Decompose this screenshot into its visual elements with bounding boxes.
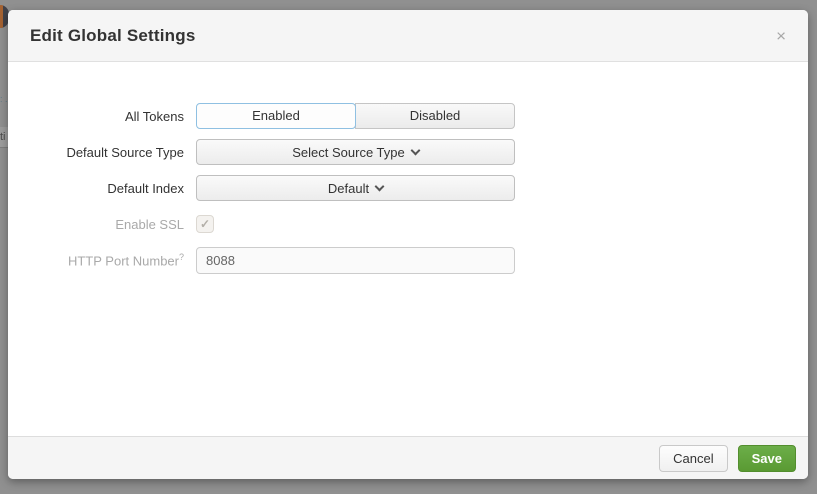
save-button[interactable]: Save xyxy=(738,445,796,472)
form-row-enable-ssl: Enable SSL ✓ xyxy=(8,211,808,237)
edit-global-settings-dialog: Edit Global Settings × All Tokens Enable… xyxy=(8,10,808,479)
close-icon[interactable]: × xyxy=(776,27,786,44)
checkmark-icon: ✓ xyxy=(200,217,210,231)
chevron-down-icon xyxy=(375,181,385,191)
http-port-label: HTTP Port Number? xyxy=(8,252,196,268)
enable-ssl-checkbox[interactable]: ✓ xyxy=(196,215,214,233)
all-tokens-enabled-button[interactable]: Enabled xyxy=(196,103,356,129)
default-index-label: Default Index xyxy=(8,181,196,196)
dialog-body: All Tokens Enabled Disabled Default Sour… xyxy=(8,62,808,436)
default-source-type-value: Select Source Type xyxy=(292,145,405,160)
default-index-dropdown[interactable]: Default xyxy=(196,175,515,201)
help-question-icon: ? xyxy=(179,252,184,262)
cancel-button[interactable]: Cancel xyxy=(659,445,727,472)
dialog-header: Edit Global Settings × xyxy=(8,10,808,62)
chevron-down-icon xyxy=(410,145,420,155)
default-source-type-label: Default Source Type xyxy=(8,145,196,160)
dialog-footer: Cancel Save xyxy=(8,436,808,479)
enable-ssl-label: Enable SSL xyxy=(8,217,196,232)
form-row-default-index: Default Index Default xyxy=(8,175,808,201)
dialog-title: Edit Global Settings xyxy=(30,26,196,46)
default-source-type-dropdown[interactable]: Select Source Type xyxy=(196,139,515,165)
default-index-value: Default xyxy=(328,181,369,196)
form-row-all-tokens: All Tokens Enabled Disabled xyxy=(8,103,808,129)
form-row-http-port: HTTP Port Number? xyxy=(8,247,808,274)
form-row-default-source-type: Default Source Type Select Source Type xyxy=(8,139,808,165)
all-tokens-label: All Tokens xyxy=(8,109,196,124)
http-port-input[interactable] xyxy=(196,247,515,274)
all-tokens-toggle: Enabled Disabled xyxy=(196,103,515,129)
all-tokens-disabled-button[interactable]: Disabled xyxy=(355,103,515,129)
